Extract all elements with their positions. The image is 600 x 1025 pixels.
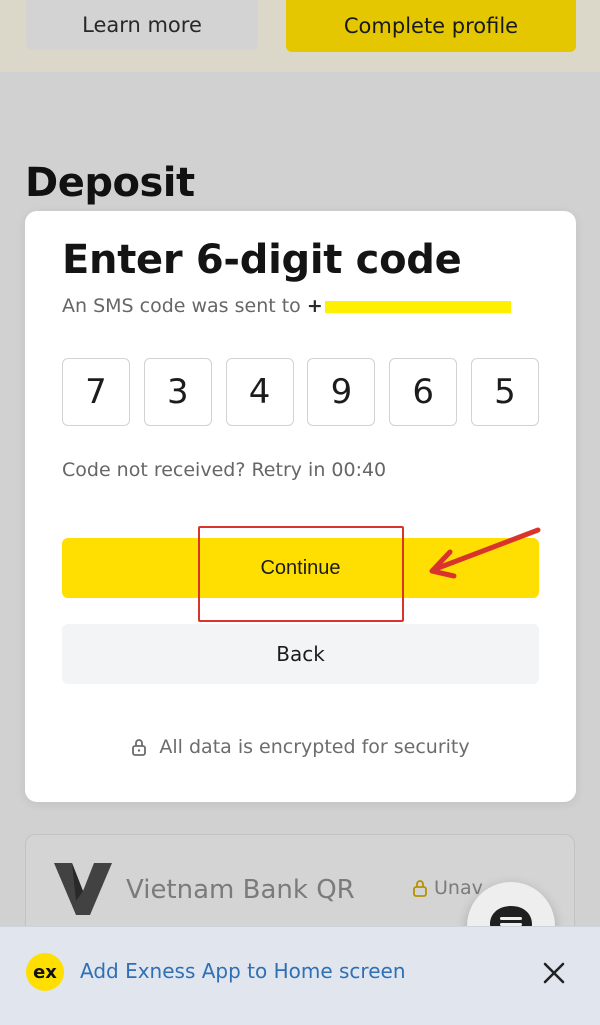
- code-digit-1[interactable]: 7: [62, 358, 130, 426]
- annotation-arrow-icon: [429, 527, 541, 579]
- phone-number: +: [307, 295, 511, 317]
- code-digit-3[interactable]: 4: [225, 358, 294, 426]
- security-note: All data is encrypted for security: [25, 736, 576, 758]
- annotation-highlight-box: [198, 526, 404, 622]
- retry-timer-text: Code not received? Retry in 00:40: [62, 459, 387, 481]
- code-digit-5[interactable]: 6: [389, 358, 458, 426]
- code-digit-2[interactable]: 3: [143, 358, 212, 426]
- phone-prefix: +: [306, 295, 323, 317]
- modal-title: Enter 6-digit code: [62, 237, 462, 283]
- add-to-home-banner[interactable]: ex Add Exness App to Home screen: [0, 926, 600, 1025]
- code-input-group: 7 3 4 9 6 5: [62, 358, 539, 426]
- close-icon[interactable]: [540, 959, 568, 987]
- verification-modal: Enter 6-digit code An SMS code was sent …: [25, 211, 576, 802]
- code-digit-6[interactable]: 5: [470, 358, 539, 426]
- add-to-home-link[interactable]: Add Exness App to Home screen: [80, 959, 406, 983]
- code-digit-4[interactable]: 9: [307, 358, 376, 426]
- back-button[interactable]: Back: [62, 624, 539, 684]
- sms-prefix: An SMS code was sent to: [62, 295, 301, 317]
- exness-logo: ex: [26, 953, 64, 991]
- phone-redaction: [324, 300, 511, 313]
- security-note-text: All data is encrypted for security: [159, 736, 470, 758]
- lock-icon: [132, 739, 147, 756]
- sms-sent-text: An SMS code was sent to +: [62, 295, 511, 317]
